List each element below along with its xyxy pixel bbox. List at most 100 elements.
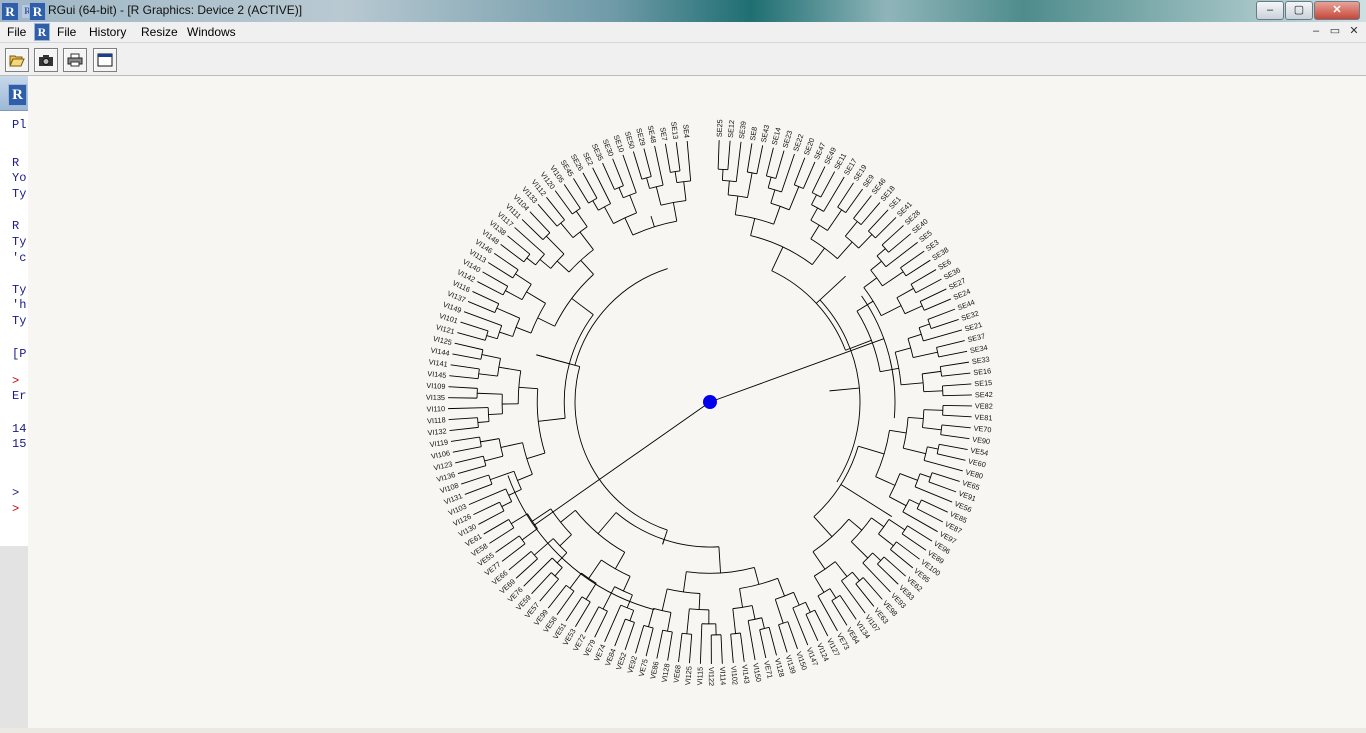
dendrogram-branch [897,288,914,297]
dendrogram-branch [502,544,525,562]
dendrogram-branch [932,473,960,482]
dendrogram-branch [840,595,856,619]
dendrogram-branch [906,260,930,276]
minimize-button[interactable]: – [1256,1,1284,20]
leaf-label: VE70 [973,424,992,435]
dendrogram-branch [604,207,613,224]
dendrogram-branch [575,602,590,627]
dendrogram-branch [615,619,626,646]
dendrogram-branch [762,618,765,629]
leaf-label: SE42 [975,390,993,399]
dendrogram-branch [927,447,938,449]
dendrogram-branch [683,572,686,592]
leaf-label: VI109 [426,381,446,391]
mdi-minimize-button[interactable]: – [1308,24,1324,39]
dendrogram-branch [871,261,882,270]
dendrogram-branch [586,583,596,599]
leaf-label: SE33 [971,354,990,366]
mdi-close-button[interactable]: ✕ [1346,24,1362,39]
dendrogram-branch [889,519,905,529]
dendrogram-branch [830,589,836,598]
menu-file-graphics[interactable]: File [57,25,76,39]
dendrogram-branch [821,172,835,198]
dendrogram-branch [598,512,616,533]
dendrogram-branch [527,453,545,459]
dendrogram-branch [940,362,969,366]
console-titlebar[interactable]: R [0,76,28,111]
dendrogram-branch [909,499,919,504]
dendrogram-branch [448,387,477,389]
dendrogram-branch [536,355,579,367]
dendrogram-branch [555,568,562,576]
dendrogram-arc [508,476,654,610]
leaf-label: VE75 [637,658,650,678]
open-button[interactable] [5,48,29,72]
r-logo-icon-tertiary: R [29,2,46,21]
camera-icon [38,53,54,67]
leaf-label: VI115 [695,667,705,686]
graphics-device-canvas[interactable]: SE25SE12SE39SE8SE43SE14SE23SE22SE20SE47S… [28,76,1366,728]
dendrogram-branch [937,341,965,348]
workspace-background [0,546,28,728]
dendrogram-branch [501,443,523,448]
dendrogram-branch [494,253,518,269]
menu-windows[interactable]: Windows [187,25,236,39]
dendrogram-branch [886,242,918,266]
close-button[interactable]: ✕ [1314,1,1360,20]
dendrogram-branch [517,474,532,480]
maximize-button[interactable]: ▢ [1285,1,1313,20]
dendrogram-branch [511,514,527,524]
dendrogram-branch [863,563,891,592]
dendrogram-branch [561,223,573,238]
dendrogram-branch [812,248,824,264]
window-titlebar[interactable]: R R R RGui (64-bit) - [R Graphics: Devic… [0,0,1366,22]
dendrogram-branch [687,141,690,181]
camera-button[interactable] [34,48,58,72]
r-menu-icon[interactable]: R [34,23,50,41]
leaf-label: VI125 [683,666,693,686]
dendrogram-branch [623,155,636,193]
dendrogram-branch [488,414,502,415]
dendrogram-branch [864,278,877,288]
leaf-label: VI106 [430,448,450,460]
console-line: R [12,219,19,233]
leaf-label: VE71 [762,660,775,679]
dendrogram-branch [557,261,569,272]
dendrogram-branch [450,427,479,430]
dendrogram-branch [460,322,488,331]
dendrogram-branch [581,260,594,274]
dendrogram-branch [793,608,808,645]
dendrogram-branch [546,236,564,254]
dendrogram-branch [794,592,800,605]
dendrogram-branch [482,355,501,359]
leaf-label: VE54 [970,446,989,458]
print-button[interactable] [63,48,87,72]
dendrogram-branch [455,343,483,350]
dendrogram-branch [647,178,650,189]
menu-file[interactable]: File [7,25,26,39]
window-button[interactable] [93,48,117,72]
dendrogram-branch [779,625,788,653]
dendrogram-branch [852,572,859,581]
r-console-window[interactable]: R PlRYoTyRTy'cTy'hTy[P>Er1415>> [0,76,29,546]
menu-history[interactable]: History [89,25,126,39]
dendrogram-branch [483,272,508,286]
menu-resize[interactable]: Resize [141,25,178,39]
dendrogram-branch [655,146,663,185]
dendrogram-branch [538,318,555,326]
console-line: 15 [12,437,26,451]
dendrogram-branch [721,635,722,664]
dendrogram-branch [829,388,859,391]
dendrogram-branch [619,188,623,198]
dendrogram-branch [676,142,680,171]
dendrogram-branch [919,324,929,328]
mdi-restore-button[interactable]: ▭ [1327,24,1343,39]
dendrogram-branch [859,234,872,248]
dendrogram-branch [849,519,862,530]
dendrogram-branch [595,611,608,637]
dendrogram-branch [920,474,931,478]
root-spoke [710,339,884,402]
dendrogram-branch [448,408,488,409]
dendrogram-branch [718,140,719,169]
dendrogram-arc [633,221,677,235]
